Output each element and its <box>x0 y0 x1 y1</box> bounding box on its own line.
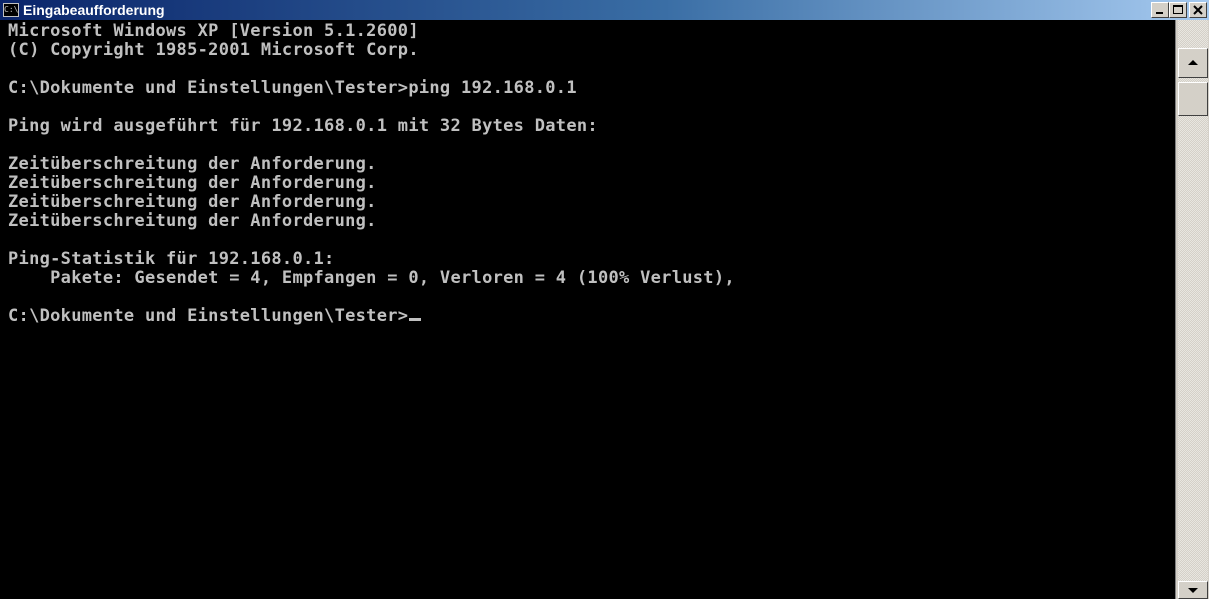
scroll-down-button[interactable] <box>1178 581 1208 599</box>
scroll-up-button[interactable] <box>1178 48 1208 78</box>
console-line: Microsoft Windows XP [Version 5.1.2600] <box>8 21 419 41</box>
minimize-icon <box>1156 12 1163 14</box>
cmd-icon[interactable]: C:\ <box>3 3 19 17</box>
console-line: Pakete: Gesendet = 4, Empfangen = 0, Ver… <box>8 268 735 288</box>
close-button[interactable] <box>1189 2 1207 18</box>
console-line: Zeitüberschreitung der Anforderung. <box>8 192 377 212</box>
console-line: Zeitüberschreitung der Anforderung. <box>8 154 377 174</box>
title-bar[interactable]: C:\ Eingabeaufforderung <box>0 0 1209 20</box>
console-line: (C) Copyright 1985-2001 Microsoft Corp. <box>8 40 419 60</box>
console-line: C:\Dokumente und Einstellungen\Tester>pi… <box>8 78 577 98</box>
caption-buttons <box>1151 2 1207 18</box>
vertical-scrollbar[interactable] <box>1175 20 1209 599</box>
console-line: Ping wird ausgeführt für 192.168.0.1 mit… <box>8 116 598 136</box>
window-title: Eingabeaufforderung <box>23 2 165 18</box>
minimize-button[interactable] <box>1151 2 1169 18</box>
text-cursor <box>409 318 422 321</box>
scroll-down-arrow-icon <box>1188 588 1198 593</box>
console-output[interactable]: Microsoft Windows XP [Version 5.1.2600](… <box>0 20 1175 599</box>
maximize-button[interactable] <box>1169 2 1187 18</box>
console-line: Zeitüberschreitung der Anforderung. <box>8 173 377 193</box>
scroll-up-arrow-icon <box>1188 60 1198 65</box>
close-icon <box>1193 5 1203 15</box>
console-line: Zeitüberschreitung der Anforderung. <box>8 211 377 231</box>
console-line: C:\Dokumente und Einstellungen\Tester> <box>8 307 1175 326</box>
maximize-icon <box>1173 5 1183 14</box>
console-line: Ping-Statistik für 192.168.0.1: <box>8 249 335 269</box>
command-prompt-window: C:\ Eingabeaufforderung Microsoft Window <box>0 0 1209 599</box>
scroll-thumb[interactable] <box>1178 82 1208 116</box>
